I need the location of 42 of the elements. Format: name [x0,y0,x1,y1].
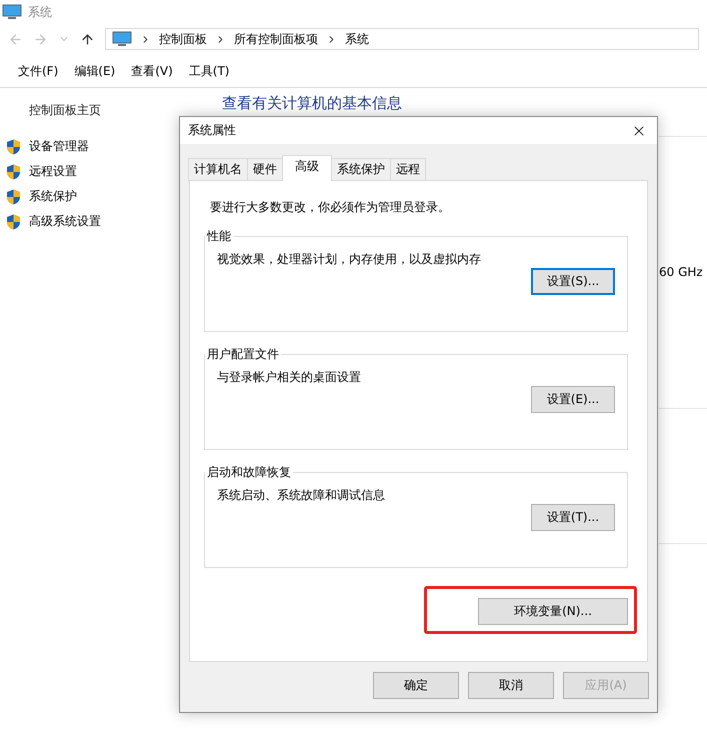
group-title: 性能 [206,228,232,245]
dialog-title: 系统属性 [188,122,236,139]
forward-icon[interactable] [33,32,48,46]
shield-icon [6,188,21,204]
tab[interactable]: 高级 [282,155,332,181]
tab[interactable]: 远程 [390,158,426,181]
sidebar-link[interactable]: 设备管理器 [29,138,89,155]
breadcrumb-item[interactable]: 所有控制面板项 [234,30,318,48]
shield-icon [6,214,21,230]
admin-notice: 要进行大多数更改，你必须作为管理员登录。 [210,199,451,216]
group-title: 启动和故障恢复 [206,464,292,481]
group-description: 与登录帐户相关的桌面设置 [217,369,362,386]
tab[interactable]: 计算机名 [188,158,248,181]
computer-icon [2,4,22,20]
settings-button[interactable]: 设置(E)... [531,386,615,413]
computer-icon [112,31,132,47]
cpu-speed: 60 GHz [659,265,703,279]
sidebar-link[interactable]: 控制面板主页 [29,102,200,119]
page-heading: 查看有关计算机的基本信息 [222,94,402,112]
sidebar-link[interactable]: 系统保护 [29,188,77,205]
menu-item[interactable]: 编辑(E) [74,63,116,80]
group-title: 用户配置文件 [206,346,280,363]
breadcrumb-item[interactable]: 系统 [345,30,369,48]
group-description: 系统启动、系统故障和调试信息 [217,487,386,504]
group-description: 视觉效果，处理器计划，内存使用，以及虚拟内存 [217,251,482,268]
breadcrumb-item[interactable]: 控制面板 [159,30,207,48]
environment-variables-button[interactable]: 环境变量(N)... [478,598,628,625]
menu-item[interactable]: 工具(T) [188,63,230,80]
settings-button[interactable]: 设置(T)... [531,504,615,531]
sidebar-link[interactable]: 高级系统设置 [29,213,101,230]
menu-item[interactable]: 查看(V) [131,63,173,80]
sidebar-link[interactable]: 远程设置 [29,163,77,180]
back-icon[interactable] [8,32,23,46]
dialog-button[interactable]: 取消 [468,672,554,699]
address-bar[interactable]: 控制面板 所有控制面板项 系统 [105,28,699,50]
shield-icon [6,164,21,180]
menu-item[interactable]: 文件(F) [18,63,58,80]
dialog-button[interactable]: 确定 [373,672,459,699]
up-icon[interactable] [80,32,95,46]
settings-button[interactable]: 设置(S)... [531,268,615,295]
shield-icon [6,138,21,154]
window-title: 系统 [28,4,52,20]
